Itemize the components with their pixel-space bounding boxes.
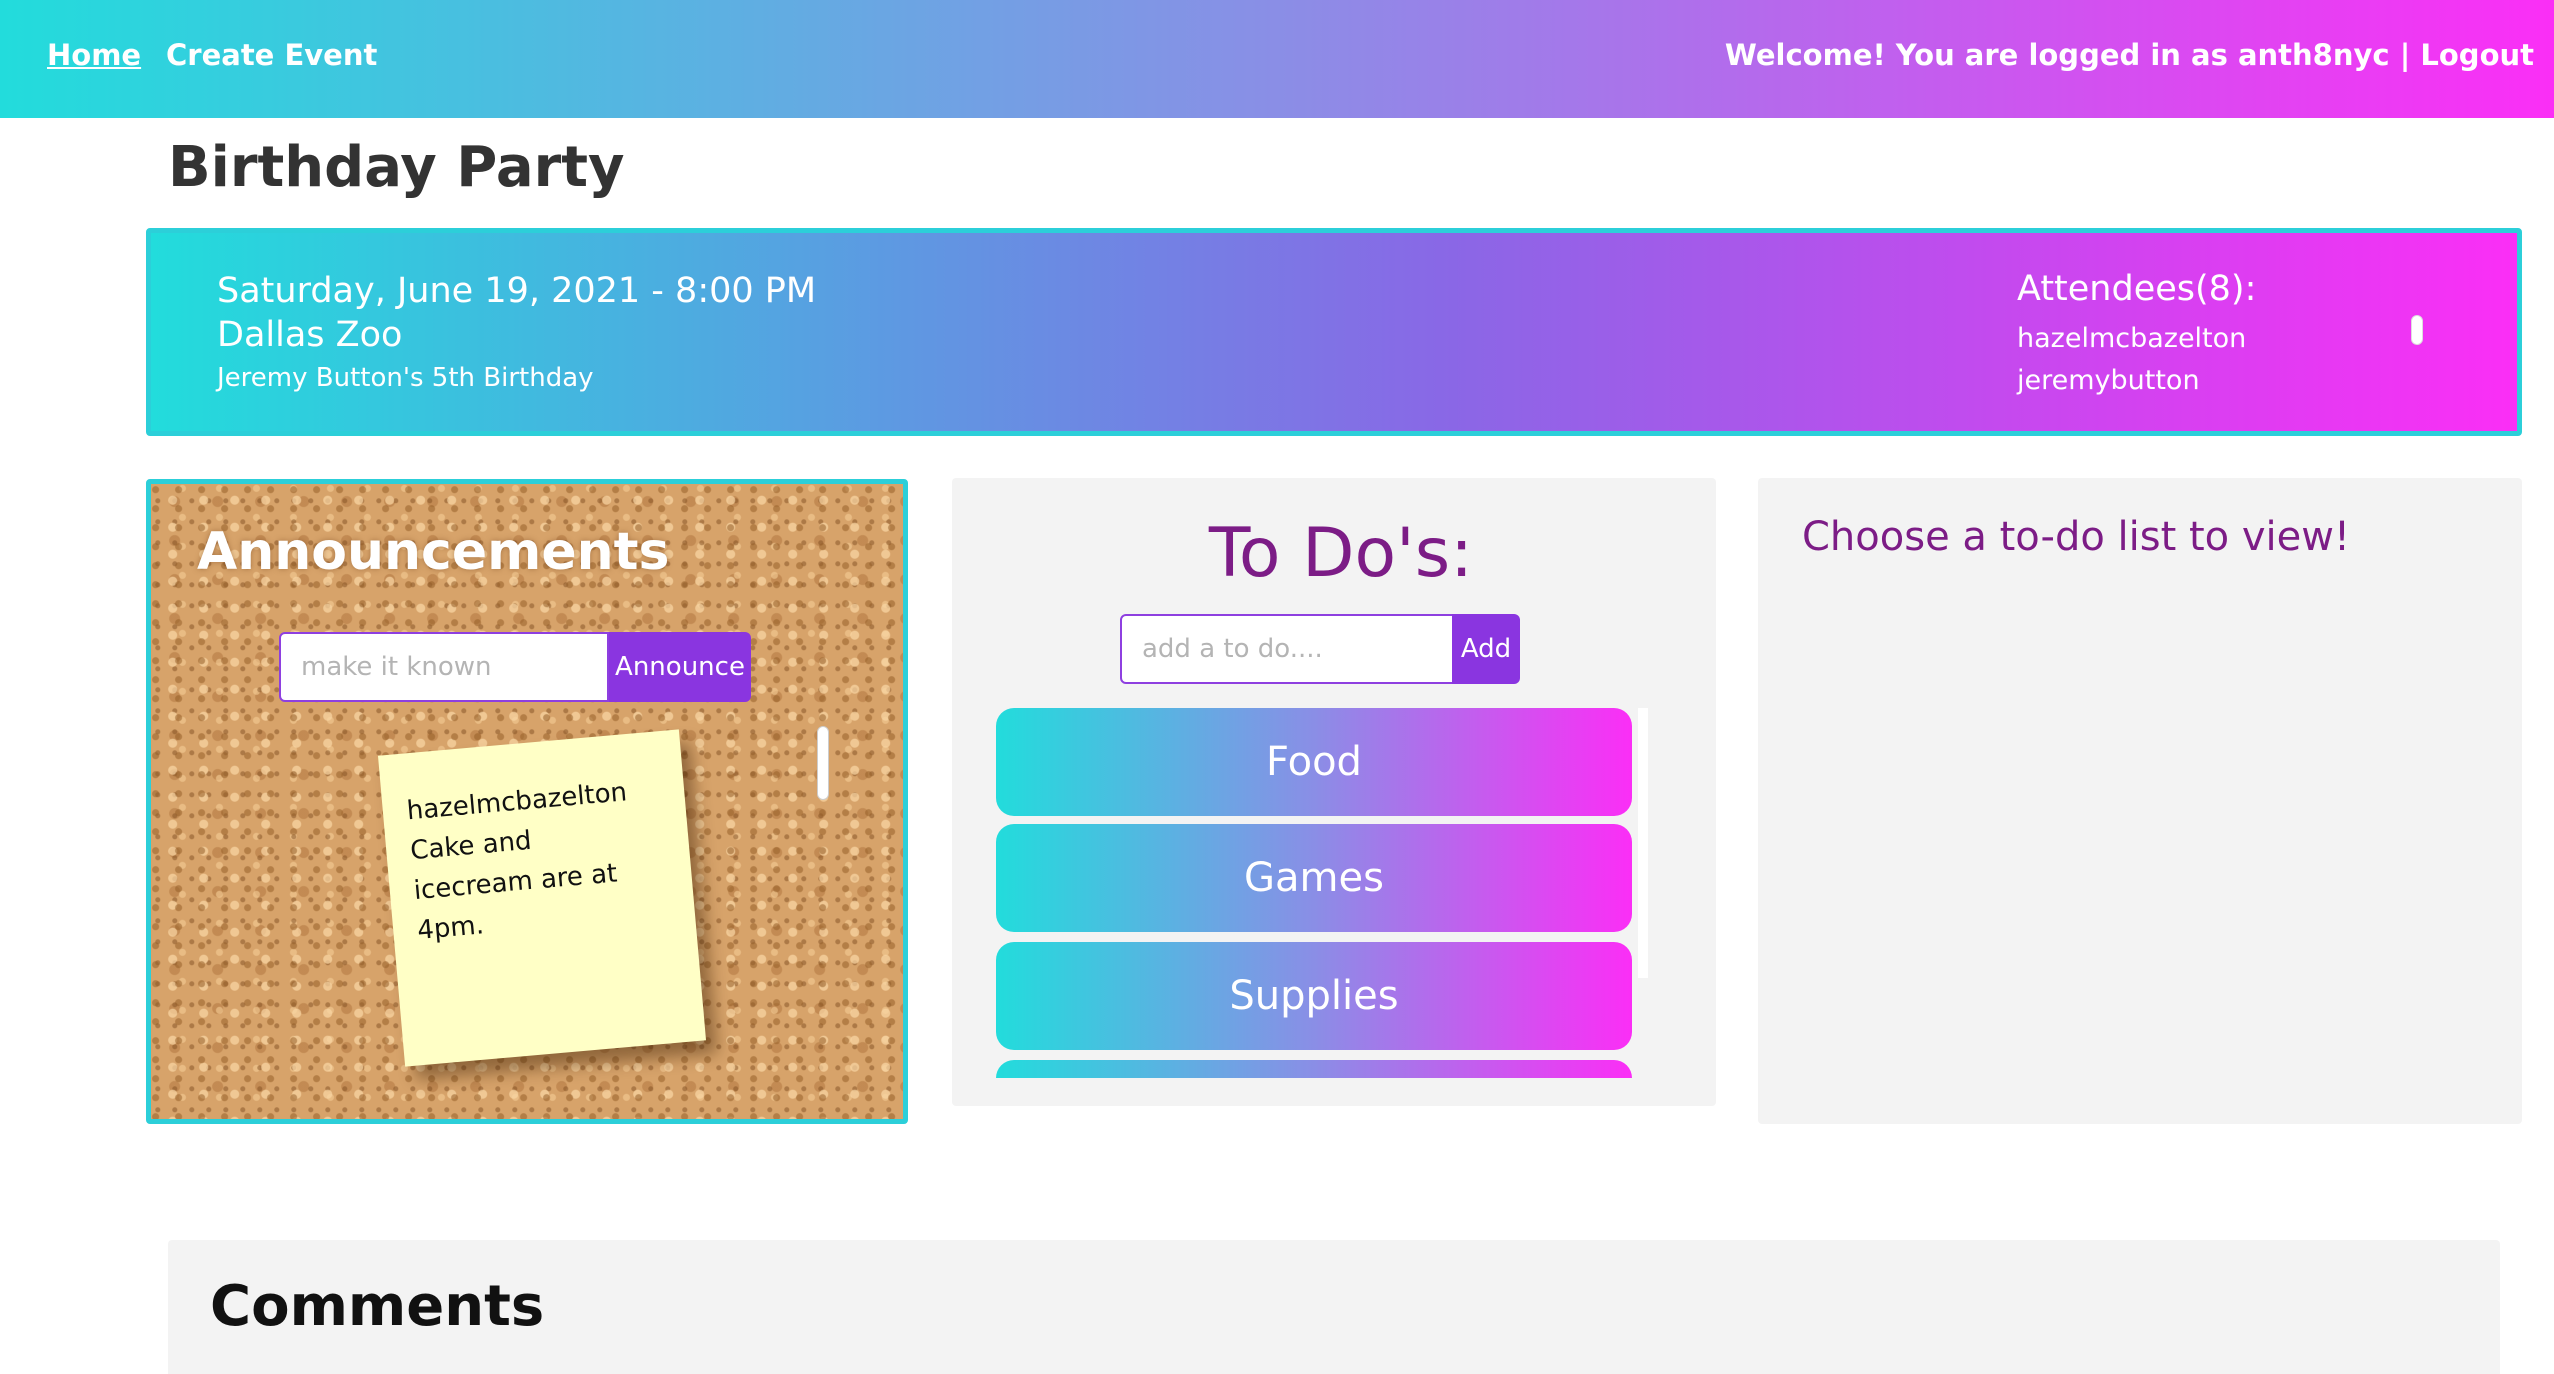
announcements-panel: Announcements Announce hazelmcbazelton C… <box>146 479 908 1124</box>
attendees-label: Attendees(8): <box>2017 269 2257 309</box>
todo-title: To Do's: <box>1208 514 1474 593</box>
todo-view-panel: Choose a to-do list to view! <box>1758 478 2522 1124</box>
todo-list-item-games[interactable]: Games <box>996 824 1632 932</box>
announcement-text: Cake and icecream are at 4pm. <box>409 825 619 946</box>
page-title: Birthday Party <box>168 135 625 200</box>
todo-view-prompt: Choose a to-do list to view! <box>1802 514 2351 560</box>
todo-input[interactable] <box>1120 614 1454 684</box>
announce-button[interactable]: Announce <box>609 632 751 702</box>
nav-separator: | <box>2389 38 2421 72</box>
add-todo-button[interactable]: Add <box>1452 614 1520 684</box>
top-navbar: Home Create Event Welcome! You are logge… <box>0 0 2554 118</box>
todo-list-item[interactable] <box>996 1060 1632 1078</box>
todo-panel: To Do's: Add Food Games Supplies <box>952 478 1716 1106</box>
announcements-scrollbar[interactable] <box>817 726 829 800</box>
announcement-input[interactable] <box>279 632 609 702</box>
attendee-item: jeremybutton <box>2017 365 2200 396</box>
announcements-title: Announcements <box>197 522 670 582</box>
nav-home-link[interactable]: Home <box>47 38 141 72</box>
logout-link[interactable]: Logout <box>2420 38 2534 72</box>
event-details-banner: Saturday, June 19, 2021 - 8:00 PM Dallas… <box>146 228 2522 436</box>
todo-list: Food Games Supplies <box>996 708 1648 1078</box>
attendees-scrollbar[interactable] <box>2411 315 2423 345</box>
user-status: Welcome! You are logged in as anth8nyc |… <box>1725 38 2534 72</box>
attendee-item: hazelmcbazelton <box>2017 323 2247 354</box>
comments-title: Comments <box>210 1274 545 1339</box>
welcome-text: Welcome! You are logged in as anth8nyc <box>1724 38 2390 72</box>
announcement-sticky-note: hazelmcbazelton Cake and icecream are at… <box>377 729 707 1067</box>
event-venue: Dallas Zoo <box>217 315 403 355</box>
event-description: Jeremy Button's 5th Birthday <box>217 363 594 393</box>
todo-list-item-supplies[interactable]: Supplies <box>996 942 1632 1050</box>
nav-create-event-link[interactable]: Create Event <box>166 38 377 72</box>
comments-section: Comments <box>168 1240 2500 1374</box>
todo-list-item-food[interactable]: Food <box>996 708 1632 816</box>
event-datetime: Saturday, June 19, 2021 - 8:00 PM <box>217 271 817 311</box>
